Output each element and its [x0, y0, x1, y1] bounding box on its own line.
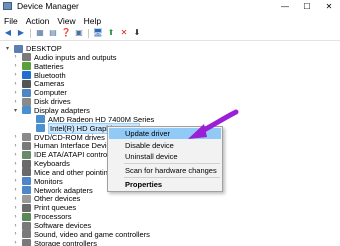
toolbar-separator: [30, 28, 31, 38]
maximize-button[interactable]: ☐: [296, 0, 318, 12]
expand-arrow-icon[interactable]: ▾: [4, 45, 11, 52]
expand-arrow-icon[interactable]: ›: [12, 187, 19, 193]
expand-arrow-icon[interactable]: ▾: [12, 107, 19, 114]
minimize-button[interactable]: —: [274, 0, 296, 12]
expand-arrow-icon[interactable]: ›: [12, 214, 19, 220]
expand-arrow-icon[interactable]: ›: [12, 152, 19, 158]
expand-arrow-icon[interactable]: ›: [12, 81, 19, 87]
expand-arrow-icon[interactable]: ›: [12, 223, 19, 229]
resources-icon[interactable]: ▣: [74, 28, 84, 38]
toolbar: ◀ ▶ ▦ ▤ ❓ ▣ 🖥 ⬆ ✕ ⬇: [0, 27, 340, 39]
expand-arrow-icon[interactable]: ›: [12, 54, 19, 60]
tree-row-label: Storage controllers: [34, 238, 97, 246]
expand-arrow-icon[interactable]: ›: [12, 99, 19, 105]
expand-arrow-icon[interactable]: ›: [12, 240, 19, 246]
toolbar-separator: [88, 28, 89, 38]
pointer-arrow-icon: [188, 109, 239, 139]
forward-icon[interactable]: ▶: [16, 28, 26, 38]
expand-arrow-icon[interactable]: ›: [12, 90, 19, 96]
back-icon[interactable]: ◀: [3, 28, 13, 38]
device-category-icon: [22, 239, 31, 246]
expand-arrow-icon[interactable]: ›: [12, 205, 19, 211]
tree-row[interactable]: › Storage controllers: [12, 238, 97, 246]
menu-action[interactable]: Action: [22, 16, 54, 26]
download-icon[interactable]: ⬇: [132, 28, 142, 38]
uninstall-icon[interactable]: ✕: [119, 28, 129, 38]
device-manager-icon: [3, 2, 12, 10]
context-separator: [124, 177, 220, 178]
expand-arrow-icon[interactable]: ›: [12, 169, 19, 175]
close-button[interactable]: ✕: [318, 0, 340, 12]
window-title: Device Manager: [17, 1, 79, 11]
expand-arrow-icon[interactable]: ›: [12, 72, 19, 78]
menu-bar: File Action View Help: [0, 14, 340, 27]
help-icon[interactable]: ❓: [61, 28, 71, 38]
expand-arrow-icon[interactable]: ›: [12, 231, 19, 237]
menu-view[interactable]: View: [53, 16, 79, 26]
scan-hardware-icon[interactable]: 🖥: [93, 28, 103, 38]
expand-arrow-icon[interactable]: ›: [12, 134, 19, 140]
properties-icon[interactable]: ▦: [35, 28, 45, 38]
update-driver-icon[interactable]: ⬆: [106, 28, 116, 38]
window-controls: — ☐ ✕: [274, 0, 340, 12]
menu-file[interactable]: File: [0, 16, 22, 26]
menu-help[interactable]: Help: [80, 16, 105, 26]
expand-arrow-icon[interactable]: ›: [12, 178, 19, 184]
context-scan-hardware[interactable]: Scan for hardware changes: [109, 165, 221, 176]
expand-arrow-icon[interactable]: ›: [12, 63, 19, 69]
title-bar: Device Manager — ☐ ✕: [0, 0, 340, 12]
expand-arrow-icon[interactable]: ›: [12, 143, 19, 149]
expand-arrow-icon[interactable]: ›: [12, 196, 19, 202]
expand-arrow-icon[interactable]: ›: [12, 161, 19, 167]
context-properties[interactable]: Properties: [109, 179, 221, 190]
context-uninstall-device[interactable]: Uninstall device: [109, 151, 221, 162]
context-separator: [124, 163, 220, 164]
list-view-icon[interactable]: ▤: [48, 28, 58, 38]
